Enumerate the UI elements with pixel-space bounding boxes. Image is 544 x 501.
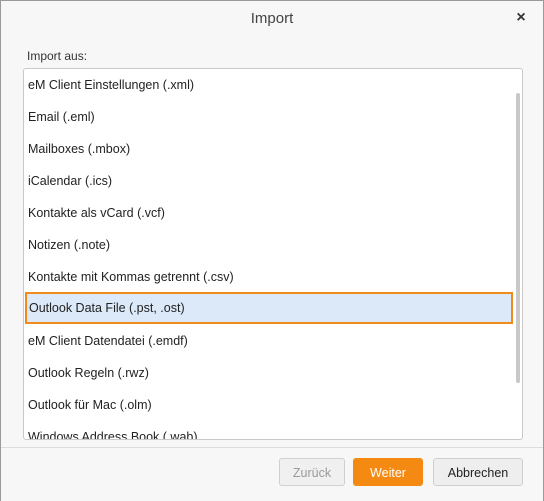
dialog-title: Import	[250, 10, 294, 27]
list-item[interactable]: eM Client Einstellungen (.xml)	[24, 69, 514, 101]
list-item[interactable]: Kontakte als vCard (.vcf)	[24, 197, 514, 229]
cancel-button[interactable]: Abbrechen	[433, 458, 523, 486]
list-item[interactable]: Mailboxes (.mbox)	[24, 133, 514, 165]
title-bar: Import ×	[1, 1, 543, 37]
list-item[interactable]: Outlook für Mac (.olm)	[24, 389, 514, 421]
import-from-label: Import aus:	[27, 49, 88, 63]
import-dialog: Import × Import aus: eM Client Einstellu…	[0, 0, 544, 501]
list-item[interactable]: Notizen (.note)	[24, 229, 514, 261]
dialog-footer: Zurück Weiter Abbrechen	[1, 447, 543, 501]
close-icon[interactable]: ×	[511, 7, 531, 29]
back-button[interactable]: Zurück	[279, 458, 345, 486]
list-item[interactable]: Outlook Regeln (.rwz)	[24, 357, 514, 389]
list-item[interactable]: iCalendar (.ics)	[24, 165, 514, 197]
next-button[interactable]: Weiter	[353, 458, 423, 486]
list-item-selected[interactable]: Outlook Data File (.pst, .ost)	[25, 292, 513, 324]
list-item[interactable]: Kontakte mit Kommas getrennt (.csv)	[24, 261, 514, 293]
list-item[interactable]: Windows Address Book (.wab)	[24, 421, 514, 439]
list-item[interactable]: eM Client Datendatei (.emdf)	[24, 325, 514, 357]
list-scrollbar[interactable]	[516, 93, 520, 383]
import-source-list[interactable]: eM Client Einstellungen (.xml) Email (.e…	[23, 68, 523, 440]
list-item[interactable]: Email (.eml)	[24, 101, 514, 133]
